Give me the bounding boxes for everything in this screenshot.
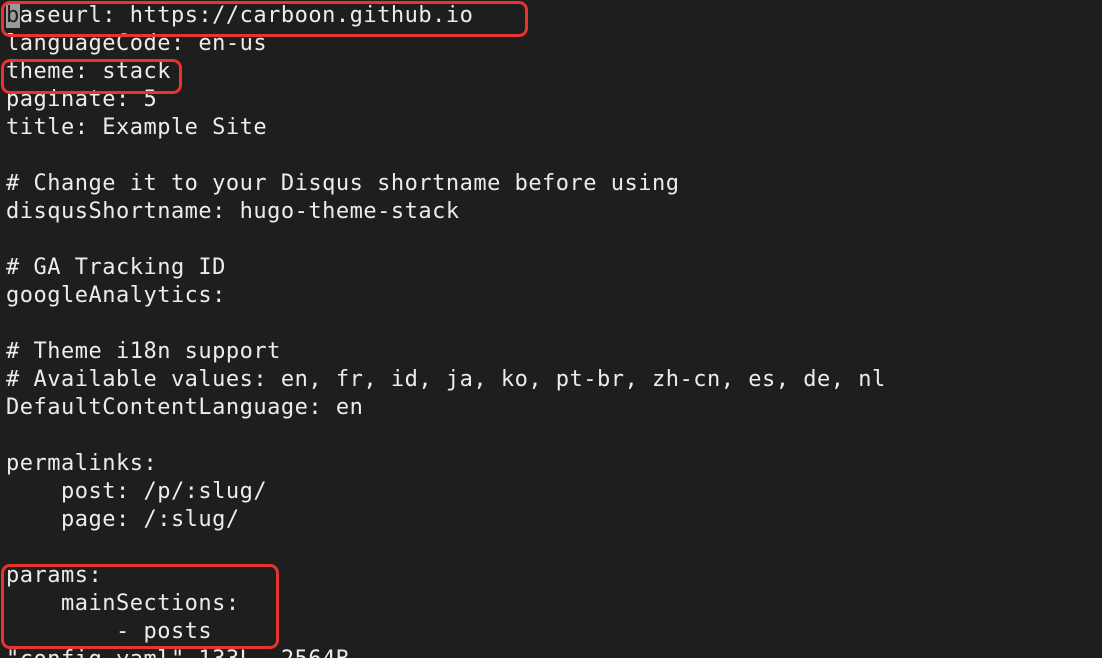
editor-line: params:: [6, 563, 103, 588]
status-line: "config.yaml" 133L, 2564B: [6, 646, 350, 658]
editor-line: post: /p/:slug/: [6, 479, 268, 504]
editor-line: # Theme i18n support: [6, 339, 281, 364]
editor-line: # GA Tracking ID: [6, 255, 226, 280]
editor-line: DefaultContentLanguage: en: [6, 395, 364, 420]
editor-line: # Change it to your Disqus shortname bef…: [6, 171, 680, 196]
editor-line: theme: stack: [6, 59, 171, 84]
editor-line: permalinks:: [6, 451, 158, 476]
editor-line: mainSections:: [6, 591, 240, 616]
text-cursor: b: [6, 3, 20, 28]
editor-line: googleAnalytics:: [6, 283, 226, 308]
editor-line: - posts: [6, 619, 213, 644]
editor-line: disqusShortname: hugo-theme-stack: [6, 199, 460, 224]
editor-line: languageCode: en-us: [6, 31, 268, 56]
editor-line: baseurl: https://carboon.github.io: [6, 2, 886, 30]
editor-line: # Available values: en, fr, id, ja, ko, …: [6, 367, 886, 392]
editor-line: title: Example Site: [6, 115, 268, 140]
editor-line: page: /:slug/: [6, 507, 240, 532]
line-text: aseurl: https://carboon.github.io: [19, 3, 474, 28]
editor-line: paginate: 5: [6, 87, 158, 112]
editor-text-area[interactable]: baseurl: https://carboon.github.io langu…: [6, 2, 886, 646]
terminal-window[interactable]: baseurl: https://carboon.github.io langu…: [0, 0, 1102, 658]
